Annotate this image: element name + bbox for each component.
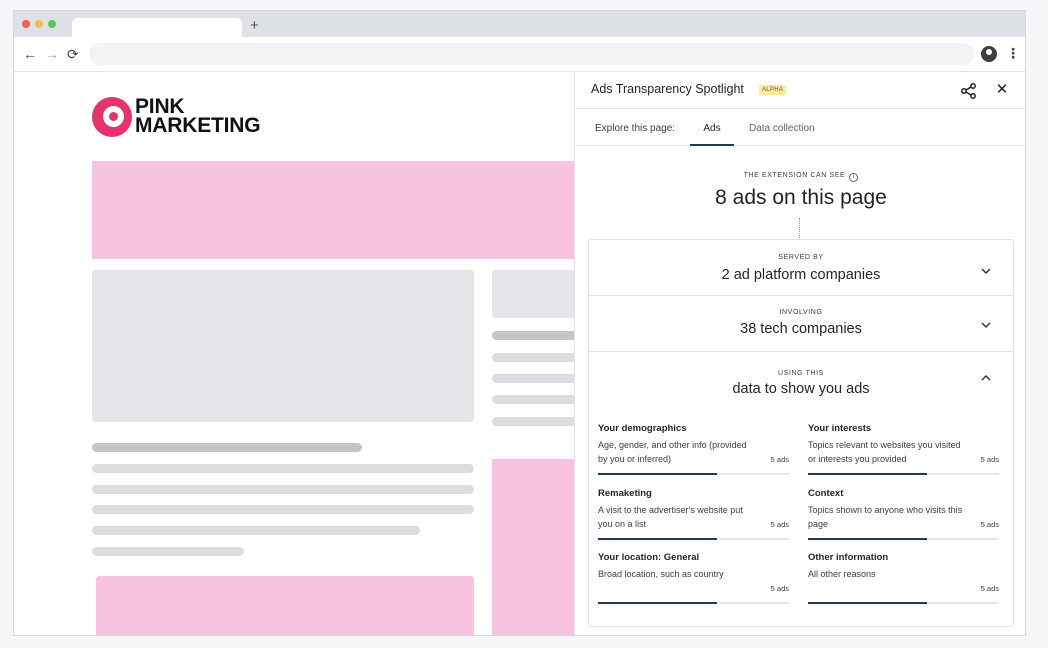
browser-toolbar: ← → ⟳ ⋮: [14, 37, 1025, 72]
category-description: A visit to the advertiser's website put …: [598, 505, 743, 529]
article-heading-placeholder: [92, 443, 362, 452]
side-image-placeholder: [492, 270, 582, 318]
category-progress-fill: [598, 473, 718, 475]
browser-menu-icon[interactable]: ⋮: [1006, 44, 1020, 62]
category-progress-track: [808, 473, 999, 475]
close-window-button[interactable]: [22, 20, 30, 28]
section-label: USING THIS: [778, 370, 824, 377]
can-see-text: THE EXTENSION CAN SEE: [743, 172, 846, 179]
category-count: 5 ads: [770, 520, 789, 529]
involving-section[interactable]: INVOLVING 38 tech companies: [589, 296, 1013, 352]
category-progress-track: [598, 602, 789, 604]
category-progress-track: [598, 538, 789, 540]
section-value: 2 ad platform companies: [721, 267, 881, 283]
section-label: INVOLVING: [779, 309, 823, 316]
account-icon[interactable]: [981, 46, 997, 62]
category-other[interactable]: Other information All other reasons 5 ad…: [808, 552, 999, 612]
category-progress-fill: [598, 538, 718, 540]
logo-mark-icon: [92, 97, 132, 137]
new-tab-button[interactable]: +: [250, 17, 259, 35]
category-title: Context: [808, 488, 844, 499]
category-count: 5 ads: [980, 520, 999, 529]
reload-icon[interactable]: ⟳: [67, 45, 79, 63]
category-progress-fill: [808, 473, 928, 475]
section-value: data to show you ads: [732, 381, 870, 397]
tab-ads[interactable]: Ads: [690, 109, 734, 146]
category-title: Remaketing: [598, 488, 652, 499]
side-text-line: [492, 395, 582, 404]
connector-divider: [799, 218, 800, 238]
article-text-line: [92, 485, 474, 494]
explore-label: Explore this page:: [595, 123, 676, 134]
article-text-line: [92, 464, 474, 473]
using-data-section: USING THIS data to show you ads Your dem…: [589, 352, 1013, 628]
category-progress-fill: [808, 538, 928, 540]
article-text-line: [92, 526, 420, 535]
side-text-line: [492, 417, 582, 426]
ads-count-headline: 8 ads on this page: [715, 186, 887, 209]
category-count: 5 ads: [770, 584, 789, 593]
category-title: Your interests: [808, 423, 872, 434]
chevron-down-icon[interactable]: [980, 265, 992, 277]
hero-image-placeholder: [92, 270, 474, 422]
side-text-line: [492, 374, 582, 383]
section-label: SERVED BY: [778, 254, 824, 261]
logo-line-2: MARKETING: [135, 114, 261, 137]
ads-details-card: SERVED BY 2 ad platform companies INVOLV…: [588, 239, 1014, 627]
alpha-badge: ALPHA: [759, 85, 787, 95]
banner-ad-placeholder[interactable]: [92, 161, 582, 259]
category-title: Your demographics: [598, 423, 687, 434]
side-text-line: [492, 353, 582, 362]
side-ad-placeholder[interactable]: [492, 459, 582, 635]
category-context[interactable]: Context Topics shown to anyone who visit…: [808, 488, 999, 548]
category-count: 5 ads: [980, 455, 999, 464]
back-arrow-icon[interactable]: ←: [23, 45, 37, 63]
category-title: Your location: General: [598, 552, 700, 563]
minimize-window-button[interactable]: [35, 20, 43, 28]
category-progress-track: [808, 602, 999, 604]
category-title: Other information: [808, 552, 889, 563]
category-progress-fill: [808, 602, 928, 604]
category-progress-track: [598, 473, 789, 475]
panel-header: Ads Transparency Spotlight ALPHA ✕: [575, 72, 1025, 109]
article-text-line: [92, 547, 244, 556]
side-text-line: [492, 331, 582, 340]
section-value: 38 tech companies: [740, 321, 862, 337]
category-count: 5 ads: [770, 455, 789, 464]
category-remarketing[interactable]: Remaketing A visit to the advertiser's w…: [598, 488, 789, 548]
served-by-section[interactable]: SERVED BY 2 ad platform companies: [589, 240, 1013, 296]
category-description: All other reasons: [808, 569, 876, 579]
category-interests[interactable]: Your interests Topics relevant to websit…: [808, 423, 999, 483]
inline-ad-placeholder[interactable]: [96, 576, 474, 635]
panel-title: Ads Transparency Spotlight: [591, 82, 744, 96]
chevron-down-icon[interactable]: [980, 319, 992, 331]
info-icon[interactable]: i: [849, 173, 859, 182]
category-description: Topics relevant to websites you visited …: [808, 440, 961, 464]
address-bar[interactable]: [89, 43, 974, 65]
category-progress-fill: [598, 602, 718, 604]
category-progress-track: [808, 538, 999, 540]
extension-can-see-label: THE EXTENSION CAN SEE i: [575, 172, 1025, 182]
category-location[interactable]: Your location: General Broad location, s…: [598, 552, 789, 612]
logo-text: PINK MARKETING: [135, 96, 261, 137]
browser-tab[interactable]: [72, 18, 242, 37]
category-count: 5 ads: [980, 584, 999, 593]
category-description: Topics shown to anyone who visits this p…: [808, 505, 963, 529]
site-logo[interactable]: PINK MARKETING: [92, 95, 282, 137]
browser-window: + ← → ⟳ ⋮ PINK MARKETING Ads Transparenc…: [13, 10, 1026, 636]
close-icon[interactable]: ✕: [994, 82, 1010, 98]
category-description: Age, gender, and other info (provided by…: [598, 440, 747, 464]
category-description: Broad location, such as country: [598, 569, 724, 579]
panel-tabs: Explore this page: Ads Data collection: [575, 109, 1025, 146]
forward-arrow-icon[interactable]: →: [45, 45, 59, 63]
category-demographics[interactable]: Your demographics Age, gender, and other…: [598, 423, 789, 483]
title-bar: +: [14, 11, 1025, 37]
ads-transparency-panel: Ads Transparency Spotlight ALPHA ✕ Explo…: [574, 72, 1025, 635]
tab-data-collection[interactable]: Data collection: [749, 123, 815, 134]
chevron-up-icon[interactable]: [980, 372, 992, 384]
share-icon[interactable]: [960, 82, 978, 100]
maximize-window-button[interactable]: [48, 20, 56, 28]
article-text-line: [92, 505, 474, 514]
